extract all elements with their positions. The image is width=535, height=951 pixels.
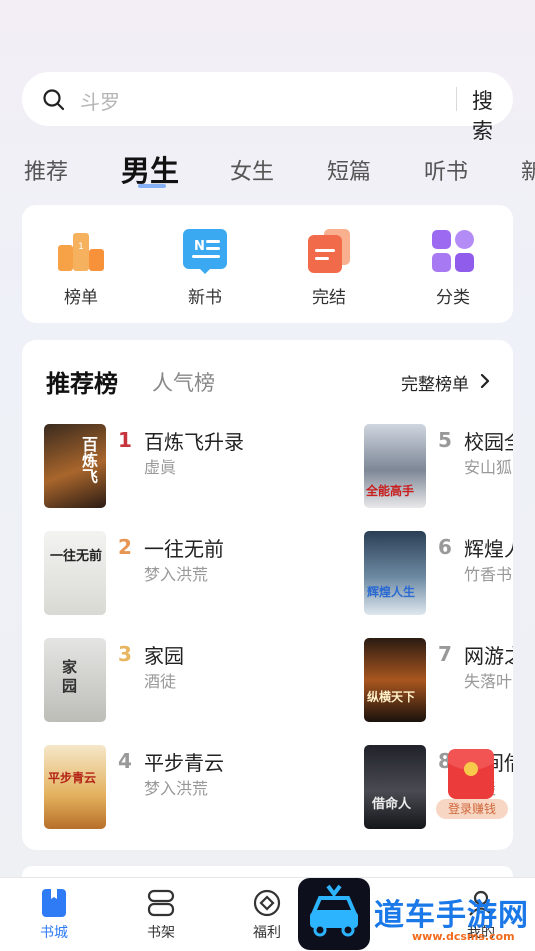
book-title: 辉煌人 — [464, 537, 513, 561]
cover-text: 平步青云 — [48, 771, 97, 785]
book-author: 安山狐 — [464, 458, 513, 477]
category-tabs: 推荐 男生 女生 短篇 听书 新 — [0, 148, 535, 192]
tab-short[interactable]: 短篇 — [327, 154, 371, 186]
welfare-icon — [253, 889, 281, 917]
car-logo-icon — [310, 884, 358, 937]
book-item[interactable]: 家园 3 家园 酒徒 — [44, 638, 344, 722]
book-title: 百炼飞升录 — [144, 430, 244, 454]
tab-recommend-rank[interactable]: 推荐榜 — [46, 364, 118, 399]
bookshelf-icon — [147, 889, 175, 917]
watermark-url: www.dcsms.com — [412, 930, 515, 943]
quick-link-new-books[interactable]: N 新书 — [165, 227, 245, 308]
tabbar-label: 福利 — [253, 925, 281, 941]
search-divider — [456, 87, 457, 111]
tabbar-label: 书城 — [40, 925, 68, 941]
rank-number: 4 — [118, 749, 132, 773]
rank-number: 5 — [438, 428, 452, 452]
book-title: 一往无前 — [144, 537, 224, 561]
tab-female[interactable]: 女生 — [230, 154, 274, 186]
search-input[interactable]: 斗罗 — [80, 86, 120, 115]
quick-links-card: 1 榜单 N 新书 完结 分类 — [22, 205, 513, 323]
book-item[interactable]: 百炼飞 1 百炼飞升录 虚眞 — [44, 424, 344, 508]
cover-text: 百炼飞 — [79, 436, 98, 484]
book-author: 竹香书 — [464, 565, 513, 584]
book-cover: 纵横天下 — [364, 638, 426, 722]
book-author: 梦入洪荒 — [144, 565, 209, 584]
login-reward-float[interactable]: 登录赚钱 — [436, 745, 508, 823]
tabbar-welfare[interactable]: 福利 — [237, 888, 297, 942]
book-author: 失落叶 — [464, 672, 513, 691]
book-title: 校园全 — [464, 430, 513, 454]
cover-text: 辉煌人生 — [367, 585, 416, 599]
book-title: 平步青云 — [144, 751, 224, 775]
tab-audiobook[interactable]: 听书 — [424, 154, 468, 186]
book-cover: 全能高手 — [364, 424, 426, 508]
book-item[interactable]: 辉煌人生 6 辉煌人 竹香书 — [364, 531, 513, 615]
tab-recommend[interactable]: 推荐 — [24, 154, 68, 186]
svg-text:N: N — [194, 239, 205, 254]
book-cover: 百炼飞 — [44, 424, 106, 508]
quick-link-label: 分类 — [436, 288, 470, 308]
book-title: 网游之 — [464, 644, 513, 668]
quick-link-label: 新书 — [188, 288, 222, 308]
cover-text: 借命人 — [372, 797, 412, 812]
search-button[interactable]: 搜索 — [472, 85, 513, 145]
book-cover: 辉煌人生 — [364, 531, 426, 615]
quick-link-finished[interactable]: 完结 — [289, 227, 369, 308]
chevron-right-icon — [480, 373, 490, 389]
quick-link-categories[interactable]: 分类 — [413, 227, 493, 308]
cover-text: 一往无前 — [50, 549, 103, 564]
rank-number: 7 — [438, 642, 452, 666]
book-author: 虚眞 — [144, 458, 177, 477]
search-bar[interactable]: 斗罗 搜索 — [22, 72, 513, 143]
book-item[interactable]: 一往无前 2 一往无前 梦入洪荒 — [44, 531, 344, 615]
book-item[interactable]: 平步青云 4 平步青云 梦入洪荒 — [44, 745, 344, 829]
finished-book-icon — [308, 229, 350, 273]
quick-link-label: 完结 — [312, 288, 346, 308]
watermark-text: 道车手游网 — [374, 898, 529, 933]
full-ranking-link[interactable]: 完整榜单 — [401, 370, 469, 395]
red-envelope-icon — [448, 749, 494, 799]
bookstore-icon — [42, 889, 66, 917]
cover-text: 纵横天下 — [367, 690, 416, 704]
watermark: 道车手游网 www.dcsms.com — [298, 878, 535, 951]
quick-link-ranking[interactable]: 1 榜单 — [41, 227, 121, 308]
tabbar-bookshelf[interactable]: 书架 — [131, 888, 191, 942]
watermark-logo — [298, 878, 370, 950]
cover-text: 家园 — [62, 658, 78, 695]
book-cover: 平步青云 — [44, 745, 106, 829]
rank-number: 2 — [118, 535, 132, 559]
book-author: 梦入洪荒 — [144, 779, 209, 798]
login-reward-label: 登录赚钱 — [436, 799, 508, 819]
rank-number: 3 — [118, 642, 132, 666]
book-author: 酒徒 — [144, 672, 177, 691]
cover-text: 全能高手 — [366, 484, 415, 498]
book-item[interactable]: 全能高手 5 校园全 安山狐 — [364, 424, 513, 508]
new-book-icon: N — [183, 229, 227, 274]
tab-new[interactable]: 新 — [521, 154, 535, 186]
tab-popular-rank[interactable]: 人气榜 — [152, 367, 215, 397]
book-title: 家园 — [144, 644, 184, 668]
tabbar-label: 书架 — [147, 925, 175, 941]
book-cover: 借命人 — [364, 745, 426, 829]
book-cover: 一往无前 — [44, 531, 106, 615]
rank-number: 1 — [118, 428, 132, 452]
active-tab-indicator — [138, 184, 166, 188]
category-grid-icon — [432, 230, 474, 272]
svg-text:1: 1 — [78, 242, 84, 252]
book-item[interactable]: 纵横天下 7 网游之 失落叶 — [364, 638, 513, 722]
podium-icon: 1 — [58, 233, 104, 271]
book-cover: 家园 — [44, 638, 106, 722]
tabbar-bookstore[interactable]: 书城 — [24, 888, 84, 942]
search-icon — [43, 89, 65, 111]
quick-link-label: 榜单 — [64, 288, 98, 308]
rank-number: 6 — [438, 535, 452, 559]
